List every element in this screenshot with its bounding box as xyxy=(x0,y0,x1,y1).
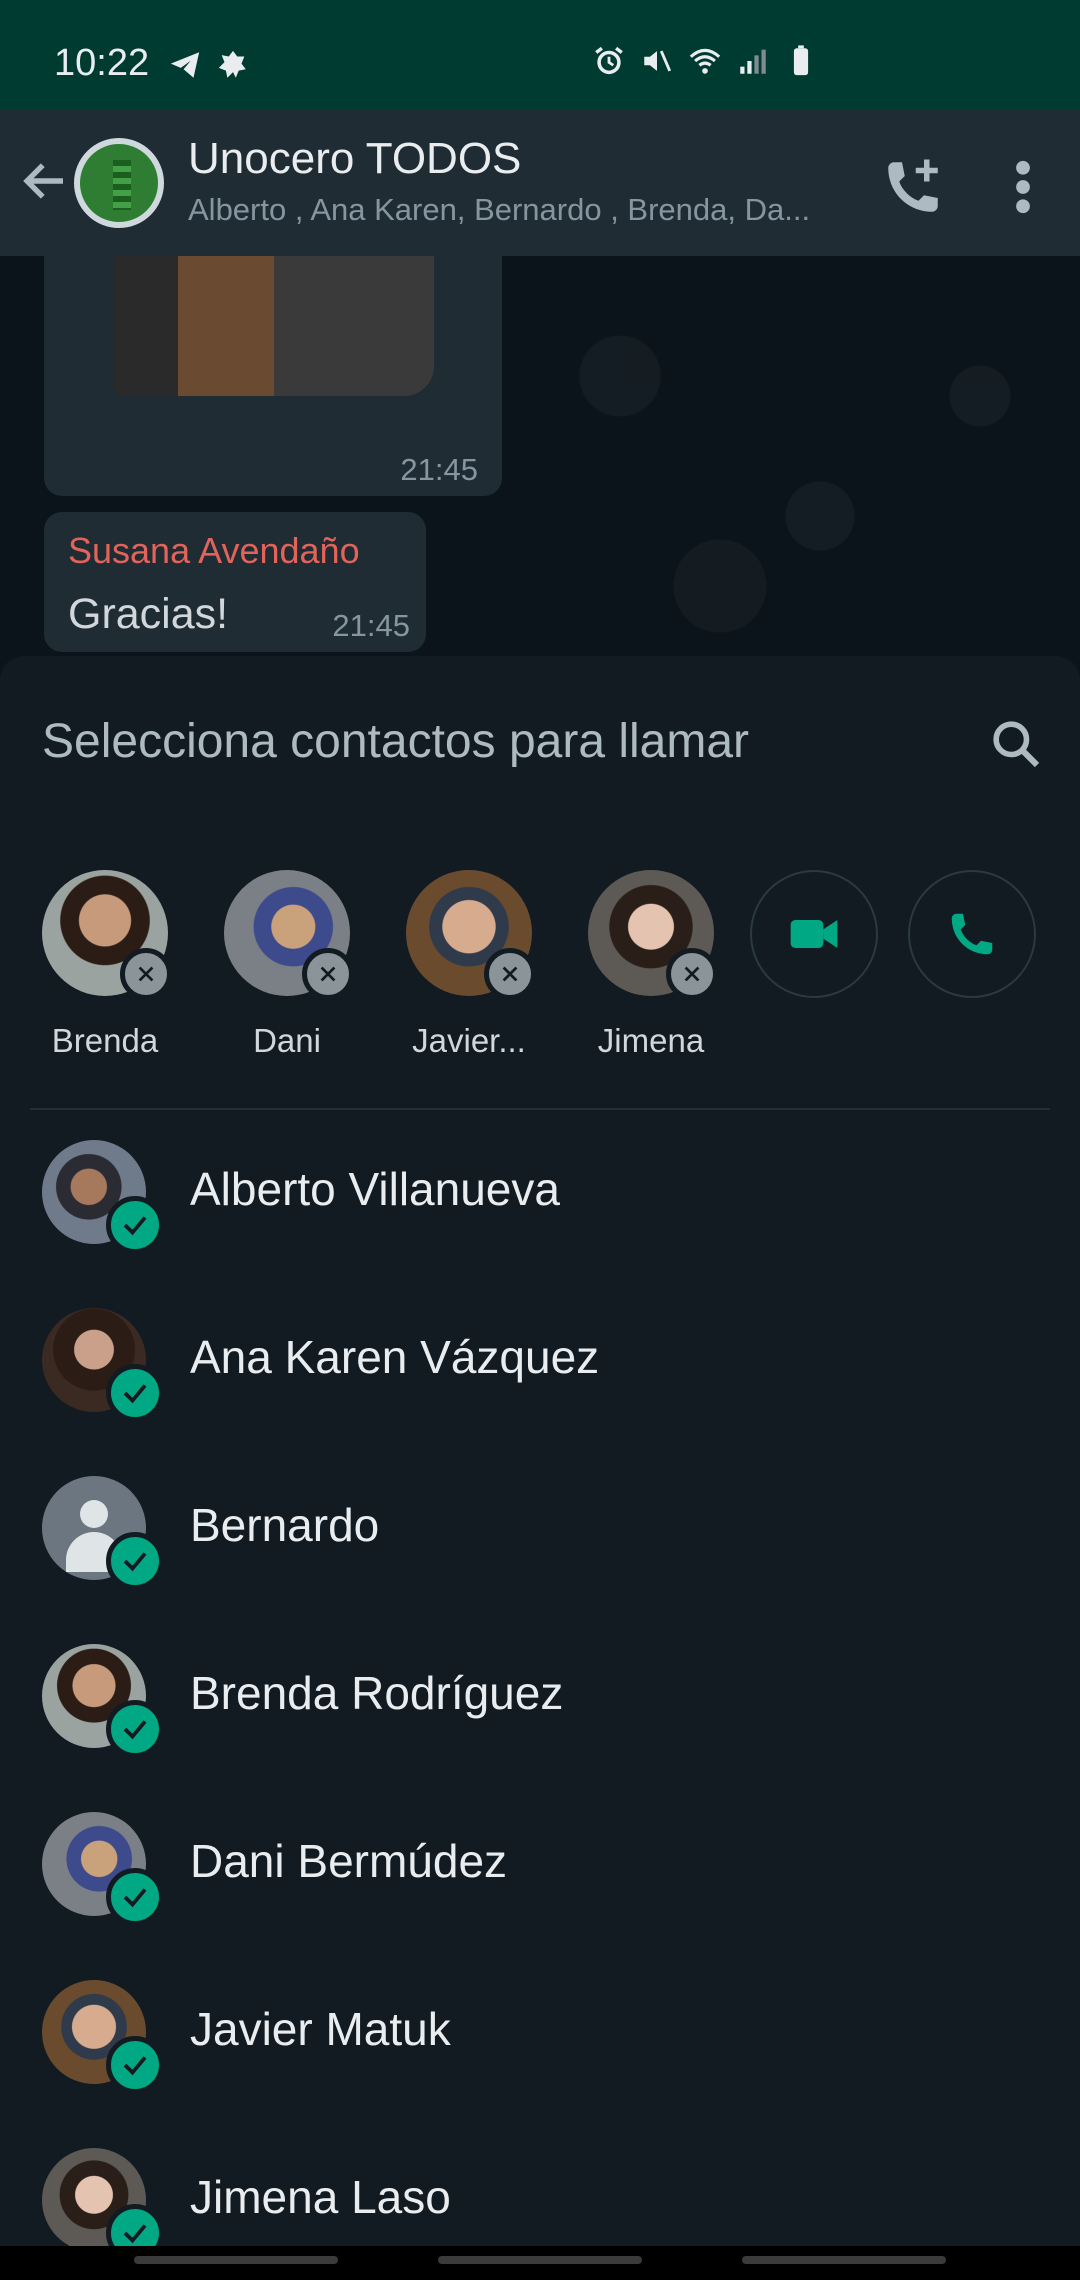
nav-recent-apps[interactable] xyxy=(134,2256,338,2264)
selected-contacts: Brenda Dani Javier... Jimena xyxy=(0,870,1080,1059)
mute-icon xyxy=(644,50,672,72)
check-icon xyxy=(106,1700,164,1758)
telegram-icon xyxy=(170,52,200,78)
contact-row[interactable]: Brenda Rodríguez xyxy=(0,1644,1080,1812)
selected-contact-name: Brenda xyxy=(51,1022,159,1059)
message-sender: Susana Avendaño xyxy=(68,530,360,571)
contact-row[interactable]: Bernardo xyxy=(0,1476,1080,1644)
contact-name: Javier Matuk xyxy=(190,2003,451,2055)
contact-row[interactable]: Alberto Villanueva xyxy=(0,1140,1080,1308)
chat-header: Unocero TODOS Alberto , Ana Karen, Berna… xyxy=(0,110,1080,256)
check-icon xyxy=(106,1868,164,1926)
video-camera-icon xyxy=(790,920,838,948)
back-arrow-icon[interactable] xyxy=(18,154,72,208)
status-bar: 10:22 xyxy=(0,0,1080,110)
message-image[interactable] xyxy=(114,256,434,396)
alarm-icon xyxy=(595,46,623,75)
remove-icon[interactable] xyxy=(484,948,536,1000)
contact-row[interactable]: Ana Karen Vázquez xyxy=(0,1308,1080,1476)
selected-contact-name: Dani xyxy=(253,1022,321,1059)
select-contacts-sheet: Selecciona contactos para llamar Brenda … xyxy=(0,656,1080,2262)
contact-name: Ana Karen Vázquez xyxy=(190,1331,600,1383)
contact-name: Jimena Laso xyxy=(190,2171,451,2223)
contact-name: Dani Bermúdez xyxy=(190,1835,508,1887)
group-avatar[interactable] xyxy=(74,138,164,228)
sheet-title: Selecciona contactos para llamar xyxy=(42,715,750,768)
selected-contact[interactable]: Javier... xyxy=(384,870,544,1059)
contact-name: Alberto Villanueva xyxy=(190,1163,560,1215)
selected-contact[interactable]: Dani xyxy=(202,870,362,1059)
selected-contact[interactable]: Brenda xyxy=(20,870,180,1059)
battery-icon xyxy=(793,45,809,76)
contact-name: Bernardo xyxy=(190,1499,380,1551)
contact-row[interactable]: Dani Bermúdez xyxy=(0,1812,1080,1980)
divider xyxy=(30,1108,1050,1110)
contact-row[interactable]: Javier Matuk xyxy=(0,1980,1080,2148)
selected-contact-name: Javier... xyxy=(412,1022,526,1059)
group-participants[interactable]: Alberto , Ana Karen, Bernardo , Brenda, … xyxy=(188,192,848,228)
phone-icon xyxy=(951,913,993,955)
selected-contact[interactable]: Jimena xyxy=(566,870,726,1059)
search-icon[interactable] xyxy=(988,716,1044,772)
add-call-icon[interactable] xyxy=(880,154,946,220)
text-message[interactable]: Susana Avendaño Gracias! 21:45 xyxy=(44,512,426,652)
wifi-icon xyxy=(689,48,721,74)
selected-contact-name: Jimena xyxy=(597,1022,705,1059)
message-text: Gracias! xyxy=(68,590,229,638)
remove-icon[interactable] xyxy=(120,948,172,1000)
remove-icon[interactable] xyxy=(666,948,718,1000)
screen: 10:22 Unocero TODOS Alberto , Ana Karen,… xyxy=(0,0,1080,2280)
navigation-bar xyxy=(0,2246,1080,2280)
check-icon xyxy=(106,1196,164,1254)
nav-back[interactable] xyxy=(742,2256,946,2264)
message-time: 21:45 xyxy=(332,608,410,643)
media-message[interactable]: 21:45 xyxy=(44,256,502,496)
status-time: 10:22 xyxy=(54,42,150,84)
more-options-icon[interactable] xyxy=(1000,154,1046,220)
nav-home[interactable] xyxy=(438,2256,642,2264)
voice-call-button[interactable] xyxy=(908,870,1036,998)
badge-icon xyxy=(218,50,246,78)
message-time: 21:45 xyxy=(400,452,478,487)
check-icon xyxy=(106,1364,164,1422)
check-icon xyxy=(106,1532,164,1590)
signal-icon xyxy=(740,49,766,74)
status-right-icons xyxy=(592,44,818,78)
check-icon xyxy=(106,2036,164,2094)
status-left-icons xyxy=(168,48,250,82)
video-call-button[interactable] xyxy=(750,870,878,998)
group-title[interactable]: Unocero TODOS xyxy=(188,134,521,184)
remove-icon[interactable] xyxy=(302,948,354,1000)
contact-name: Brenda Rodríguez xyxy=(190,1667,564,1719)
